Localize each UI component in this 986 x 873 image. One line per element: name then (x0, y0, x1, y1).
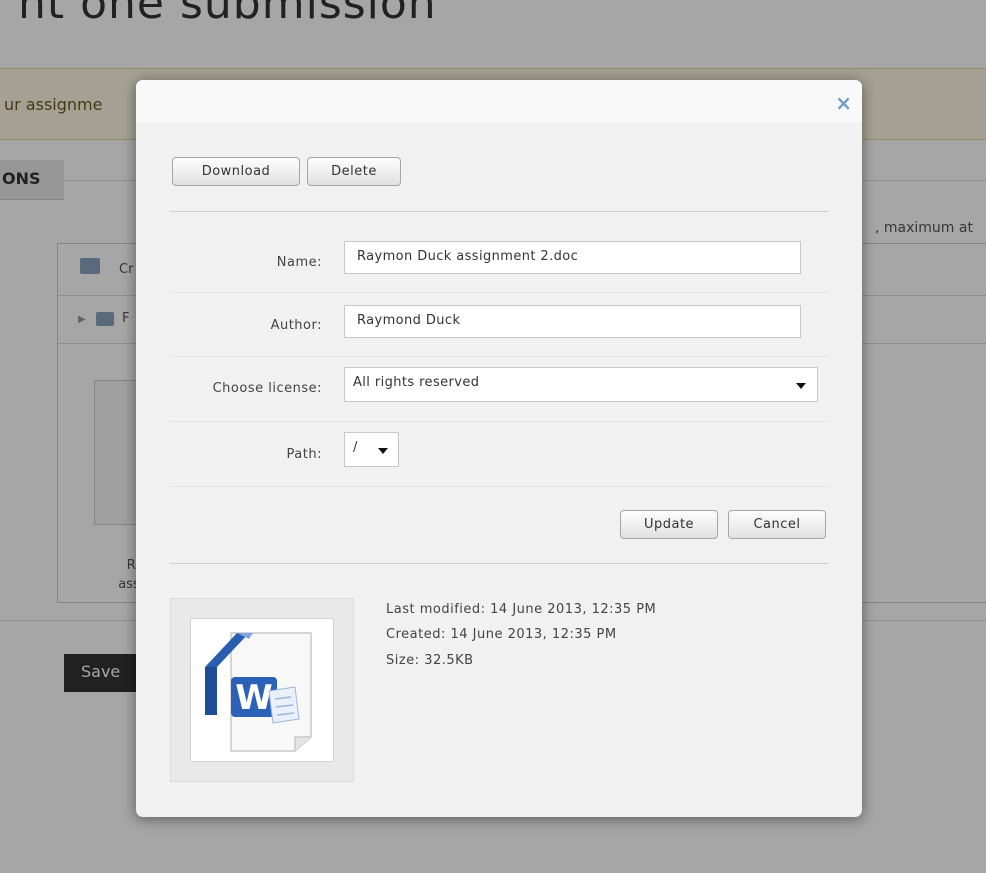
name-label: Name: (276, 255, 322, 270)
path-select[interactable]: / (344, 432, 399, 467)
author-input[interactable]: Raymond Duck (344, 305, 801, 338)
row-divider-license (170, 421, 829, 422)
size-text: Size: 32.5KB (386, 653, 474, 668)
license-label: Choose license: (212, 381, 322, 396)
file-preview: W (170, 598, 354, 782)
word-document-icon: W (205, 632, 312, 752)
row-divider-path (170, 486, 829, 487)
license-chevron-down-icon (796, 383, 806, 389)
path-select-value: / (353, 440, 358, 455)
path-chevron-down-icon (378, 448, 388, 454)
path-label: Path: (286, 447, 322, 462)
update-button[interactable]: Update (620, 510, 718, 539)
file-details-dialog: × Download Delete Name: Raymon Duck assi… (136, 80, 862, 817)
close-icon[interactable]: × (835, 93, 852, 113)
top-divider (170, 211, 829, 212)
download-button[interactable]: Download (172, 157, 300, 186)
author-label: Author: (270, 318, 322, 333)
license-select[interactable]: All rights reserved (344, 367, 818, 402)
preview-thumbnail: W (190, 618, 334, 762)
dialog-header: × (136, 80, 862, 122)
row-divider-name (170, 292, 829, 293)
last-modified-text: Last modified: 14 June 2013, 12:35 PM (386, 602, 657, 617)
delete-button[interactable]: Delete (307, 157, 401, 186)
bottom-divider-dialog (170, 563, 829, 564)
cancel-button[interactable]: Cancel (728, 510, 826, 539)
row-divider-author (170, 356, 829, 357)
svg-text:W: W (235, 678, 273, 718)
created-text: Created: 14 June 2013, 12:35 PM (386, 627, 617, 642)
name-input[interactable]: Raymon Duck assignment 2.doc (344, 241, 801, 274)
license-select-value: All rights reserved (353, 375, 480, 390)
